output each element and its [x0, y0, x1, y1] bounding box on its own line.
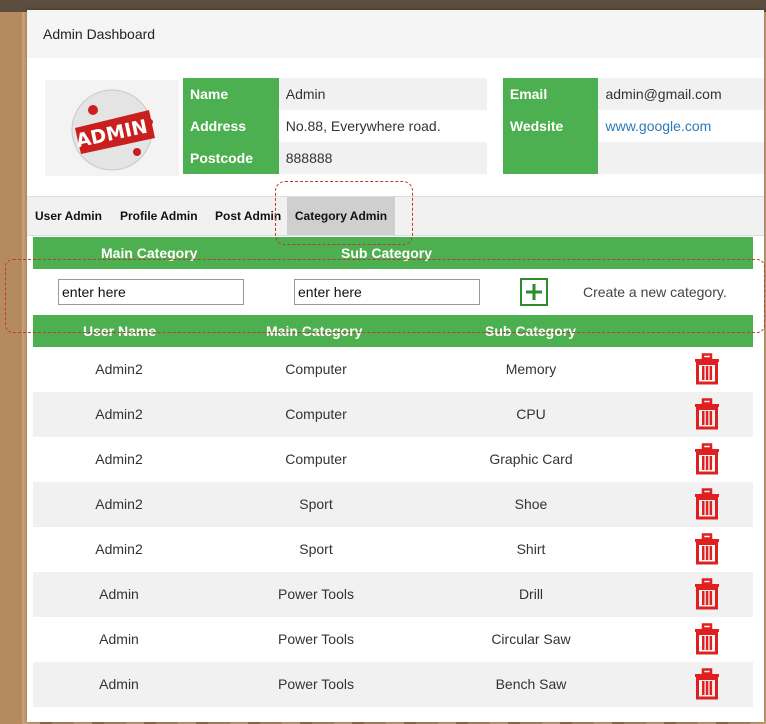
address-label: Address [183, 110, 279, 142]
sub-category-cell: Drill [518, 586, 544, 602]
table-row: Admin2 Computer CPU [33, 392, 753, 437]
empty-value [598, 142, 764, 174]
trash-icon [695, 533, 719, 565]
website-link[interactable]: www.google.com [598, 110, 764, 142]
profile-row-address: Address No.88, Everywhere road. Wedsite … [183, 110, 764, 142]
trash-icon [695, 578, 719, 610]
admin-logo-icon: ADMIN [45, 80, 179, 176]
name-label: Name [183, 78, 279, 110]
table-row: Admin2 Computer Graphic Card [33, 437, 753, 482]
category-table-body: Admin2 Computer Memory Admin2 Computer CPU Adm… [33, 347, 753, 707]
admin-panel: Admin Dashboard ADMIN Name Admin Email a… [5, 10, 765, 722]
sub-category-cell: Bench Saw [495, 676, 567, 692]
admin-logo: ADMIN [45, 80, 179, 176]
sub-category-cell: Circular Saw [491, 631, 571, 647]
table-row: Admin2 Computer Memory [33, 347, 753, 392]
main-category-cell: Computer [285, 361, 347, 377]
trash-icon [695, 488, 719, 520]
tab-profile-admin[interactable]: Profile Admin [117, 197, 202, 235]
sub-category-cell: CPU [516, 406, 546, 422]
main-category-cell: Computer [285, 451, 347, 467]
trash-icon [695, 443, 719, 475]
email-label: Email [502, 78, 599, 110]
page-title: Admin Dashboard [27, 10, 764, 59]
tab-highlight-annotation [275, 181, 413, 245]
delete-category-button[interactable] [693, 533, 721, 565]
user-name-cell: Admin2 [95, 496, 143, 512]
postcode-value: 888888 [278, 142, 488, 174]
main-category-cell: Power Tools [277, 676, 354, 692]
trash-icon [695, 623, 719, 655]
email-value: admin@gmail.com [598, 78, 764, 110]
empty-label [502, 142, 599, 174]
main-category-cell: Sport [299, 496, 333, 512]
sub-category-cell: Shirt [516, 541, 546, 557]
main-category-cell: Power Tools [277, 631, 354, 647]
delete-category-button[interactable] [693, 623, 721, 655]
trash-icon [695, 353, 719, 385]
user-name-cell: Admin2 [95, 451, 143, 467]
user-name-cell: Admin2 [95, 406, 143, 422]
delete-category-button[interactable] [693, 398, 721, 430]
table-row: Admin Power Tools Bench Saw [33, 662, 753, 707]
main-category-cell: Power Tools [277, 586, 354, 602]
tab-user-admin[interactable]: User Admin [33, 197, 107, 235]
form-highlight-annotation [5, 259, 765, 333]
name-value: Admin [278, 78, 488, 110]
tab-post-admin[interactable]: Post Admin [213, 197, 283, 235]
user-name-cell: Admin [99, 676, 139, 692]
user-name-cell: Admin [99, 586, 139, 602]
delete-category-button[interactable] [693, 488, 721, 520]
table-row: Admin Power Tools Drill [33, 572, 753, 617]
delete-category-button[interactable] [693, 578, 721, 610]
delete-category-button[interactable] [693, 668, 721, 700]
sub-category-cell: Shoe [514, 496, 548, 512]
profile-row-name: Name Admin Email admin@gmail.com [183, 78, 764, 110]
table-row: Admin Power Tools Circular Saw [33, 617, 753, 662]
table-row: Admin2 Sport Shoe [33, 482, 753, 527]
postcode-label: Postcode [183, 142, 279, 174]
main-category-cell: Sport [299, 541, 333, 557]
address-value: No.88, Everywhere road. [285, 118, 441, 134]
trash-icon [695, 398, 719, 430]
sub-category-cell: Memory [505, 361, 557, 377]
user-name-cell: Admin2 [95, 361, 143, 377]
profile-row-postcode: Postcode 888888 [183, 142, 764, 174]
website-label: Wedsite [502, 110, 599, 142]
table-row: Admin2 Sport Shirt [33, 527, 753, 572]
sub-category-cell: Graphic Card [489, 451, 573, 467]
delete-category-button[interactable] [693, 353, 721, 385]
trash-icon [695, 668, 719, 700]
delete-category-button[interactable] [693, 443, 721, 475]
profile-card: ADMIN Name Admin Email admin@gmail.com A… [27, 58, 764, 196]
user-name-cell: Admin2 [95, 541, 143, 557]
user-name-cell: Admin [99, 631, 139, 647]
main-category-cell: Computer [285, 406, 347, 422]
profile-info-table: Name Admin Email admin@gmail.com Address… [183, 78, 764, 174]
